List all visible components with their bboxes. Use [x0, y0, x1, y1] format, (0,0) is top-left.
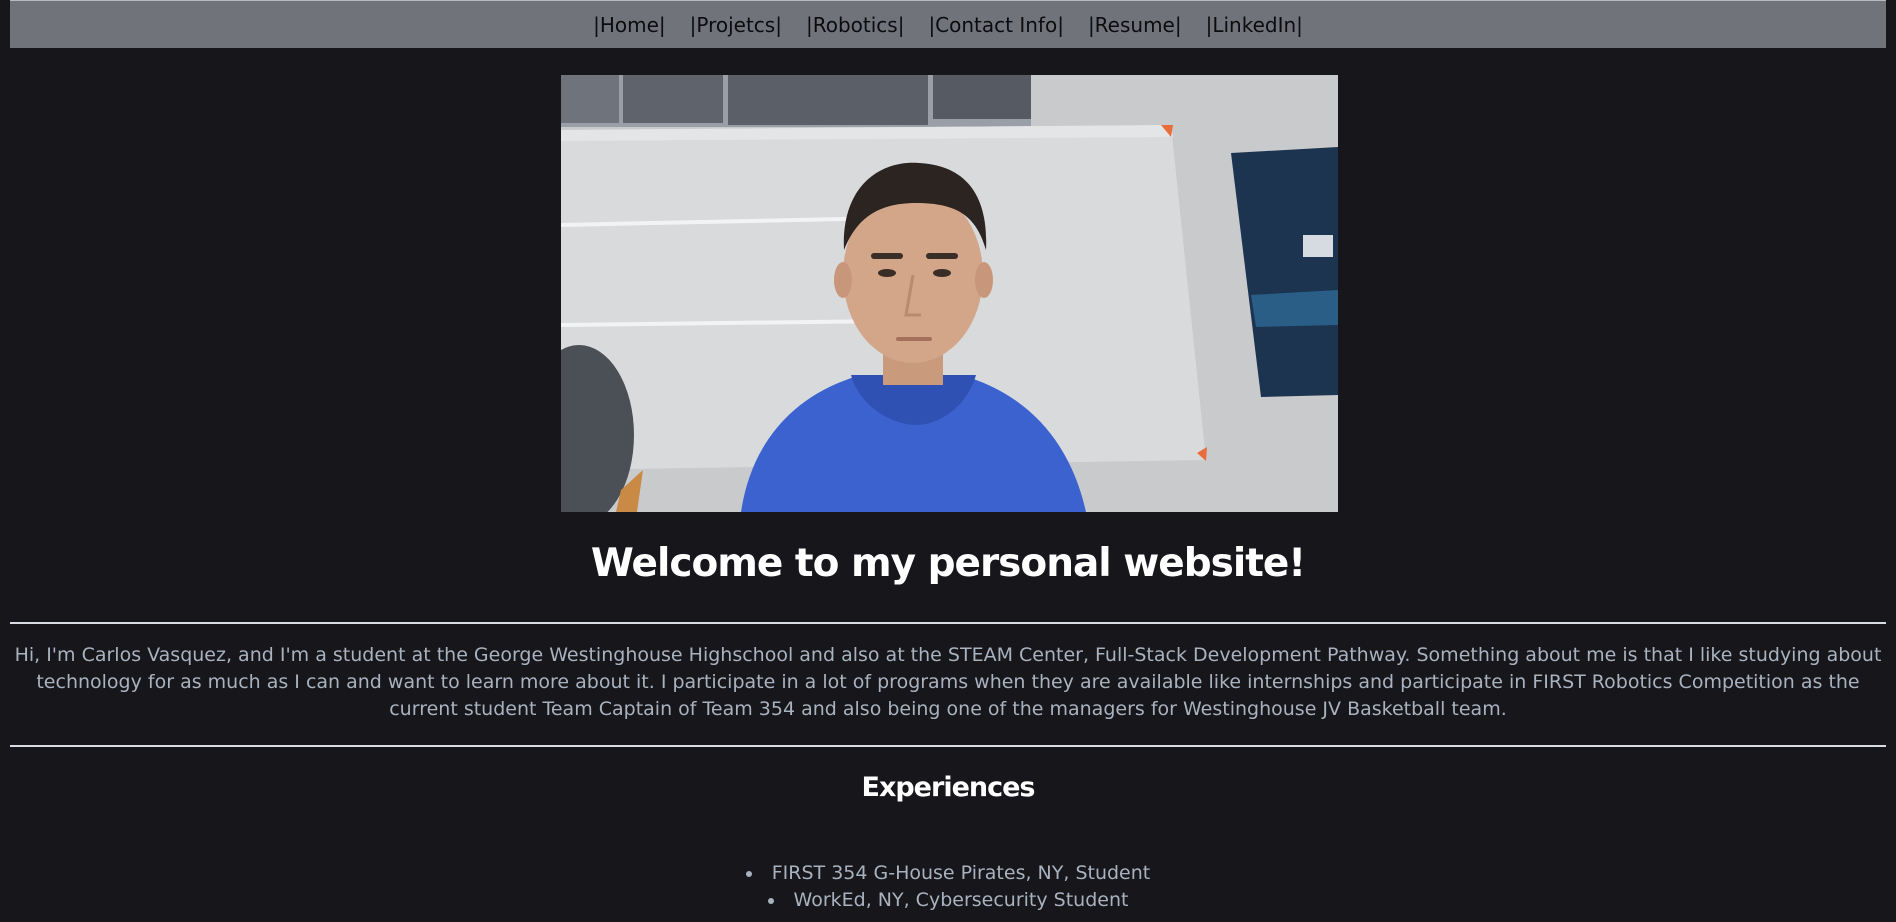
nav-link-resume[interactable]: |Resume|: [1088, 13, 1182, 37]
profile-photo: [561, 75, 1338, 512]
nav-link-contact-info[interactable]: |Contact Info|: [928, 13, 1064, 37]
divider-top: [10, 622, 1886, 624]
intro-paragraph: Hi, I'm Carlos Vasquez, and I'm a studen…: [14, 644, 1882, 720]
list-item: WorkEd, NY, Cybersecurity Student: [0, 887, 1896, 914]
nav-link-linkedin[interactable]: |LinkedIn|: [1206, 13, 1303, 37]
top-navbar: |Home| |Projetcs| |Robotics| |Contact In…: [10, 0, 1886, 48]
experiences-heading: Experiences: [861, 772, 1036, 803]
nav-link-projects[interactable]: |Projetcs|: [690, 13, 782, 37]
nav-link-home[interactable]: |Home|: [593, 13, 666, 37]
divider-bottom: [10, 745, 1886, 747]
nav-link-robotics[interactable]: |Robotics|: [806, 13, 904, 37]
page: |Home| |Projetcs| |Robotics| |Contact In…: [0, 0, 1896, 922]
list-item: FIRST 354 G-House Pirates, NY, Student: [0, 860, 1896, 887]
experiences-list: FIRST 354 G-House Pirates, NY, Student W…: [0, 860, 1896, 914]
page-title: Welcome to my personal website!: [590, 541, 1306, 586]
